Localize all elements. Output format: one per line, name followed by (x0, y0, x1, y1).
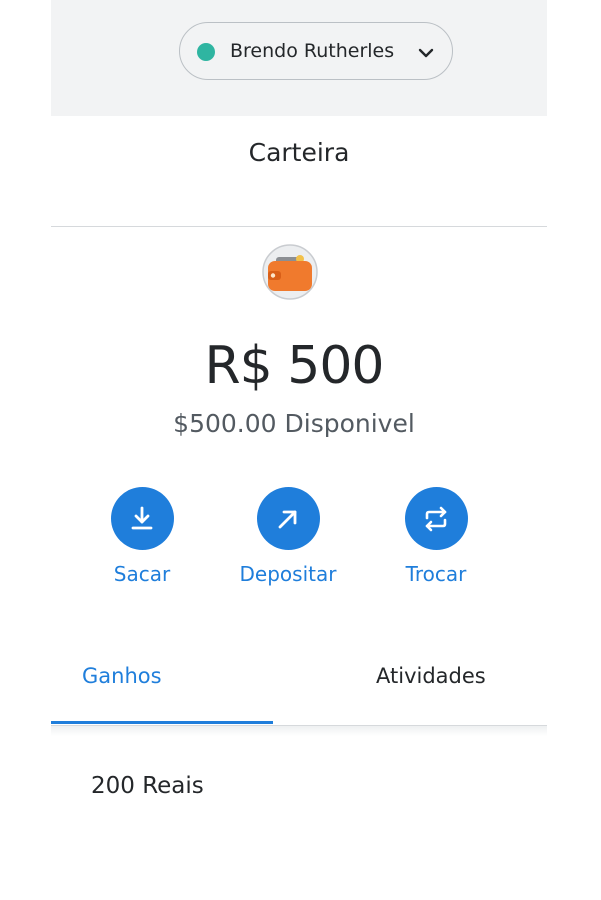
deposit-label: Depositar (239, 562, 337, 586)
action-circle (256, 487, 320, 550)
list-item: 200 Reais (91, 773, 204, 799)
active-tab-indicator (51, 721, 273, 724)
tab-atividades[interactable]: Atividades (325, 644, 547, 724)
swap-button[interactable]: Trocar (371, 487, 501, 586)
deposit-button[interactable]: Depositar (223, 487, 353, 586)
tab-ganhos[interactable]: Ganhos (51, 644, 273, 724)
wallet-app: Brendo Rutherles Carteira R$ 500 $500.00… (51, 0, 547, 900)
action-circle (404, 487, 468, 550)
tabs-divider-shadow (51, 726, 547, 736)
tab-ganhos-label: Ganhos (82, 664, 162, 688)
swap-label: Trocar (405, 562, 467, 586)
wallet-icon (262, 244, 318, 300)
balance-amount: R$ 500 (204, 336, 385, 396)
account-name: Brendo Rutherles (230, 40, 395, 62)
download-icon (131, 506, 153, 529)
arrow-up-right-icon (278, 510, 297, 528)
account-selector-button[interactable]: Brendo Rutherles (179, 22, 453, 80)
swap-icon (425, 506, 447, 531)
withdraw-button[interactable]: Sacar (77, 487, 207, 586)
chevron-down-icon (418, 48, 434, 58)
account-status-dot (197, 43, 215, 61)
page-title: Carteira (248, 138, 350, 167)
top-header: Brendo Rutherles (51, 0, 547, 116)
balance-available: $500.00 Disponivel (173, 409, 415, 438)
title-bar: Carteira (51, 116, 547, 227)
withdraw-label: Sacar (113, 562, 171, 586)
page: Brendo Rutherles Carteira R$ 500 $500.00… (0, 0, 601, 900)
tab-bar: Ganhos Atividades (51, 644, 547, 726)
tab-atividades-label: Atividades (376, 664, 486, 688)
action-circle (110, 487, 174, 550)
